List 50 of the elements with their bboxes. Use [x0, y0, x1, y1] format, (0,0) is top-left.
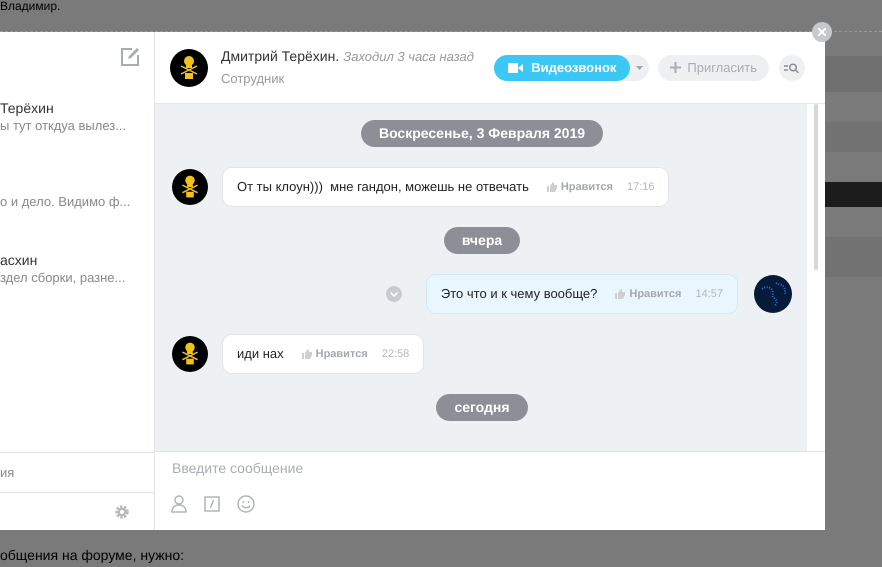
- avatar-icon: [170, 48, 208, 86]
- page-text: общения на форуме, нужно:: [0, 547, 184, 563]
- page-text: Владимир.: [0, 0, 60, 12]
- avatar-icon: [172, 169, 208, 205]
- search-button[interactable]: [779, 54, 805, 80]
- message-time: 14:57: [695, 286, 723, 302]
- caret-icon: [636, 66, 644, 70]
- plus-icon: [670, 62, 682, 73]
- date-label: Воскресенье, 3 Февраля 2019: [360, 120, 604, 147]
- message-text: Это что и к чему вообще?: [440, 285, 598, 304]
- scrollbar[interactable]: [814, 104, 818, 270]
- page-bar: [825, 182, 882, 207]
- smiley-icon[interactable]: [237, 495, 255, 513]
- like-button[interactable]: Нравится: [302, 346, 368, 362]
- chevron-down-icon: [390, 292, 398, 296]
- edit-icon[interactable]: [120, 47, 140, 67]
- avatar-icon: [754, 275, 792, 313]
- person-icon[interactable]: [171, 495, 187, 513]
- message-menu-button[interactable]: [386, 286, 402, 302]
- message-time: 22:58: [382, 346, 410, 362]
- close-icon: [818, 28, 826, 36]
- page-bar: [825, 237, 882, 277]
- close-button[interactable]: [812, 22, 832, 42]
- thumbs-up-icon: [546, 182, 557, 192]
- last-seen-text: Заходил 3 часа назад: [343, 48, 474, 66]
- message-time: 17:16: [626, 180, 654, 195]
- page-bar: [825, 56, 882, 92]
- chat-list-item[interactable]: асхин здел сборки, разне...: [0, 234, 154, 310]
- contact-name: Дмитрий Терёхин.: [221, 47, 340, 66]
- message-field[interactable]: Введите сообщение: [155, 452, 825, 482]
- like-button[interactable]: Нравится: [615, 286, 682, 302]
- message-text: От ты клоун))) мне гандон, можешь не отвечать: [237, 178, 529, 196]
- search-field[interactable]: ия: [0, 462, 14, 482]
- chat-list-item[interactable]: Терёхин ы тут откдуа вылез...: [0, 82, 154, 158]
- video-camera-icon: [508, 62, 524, 72]
- video-call-button[interactable]: Видеозвонок: [494, 54, 630, 80]
- thumbs-up-icon: [302, 349, 312, 359]
- slash-box-icon[interactable]: [204, 496, 220, 512]
- contact-role: Сотрудник: [221, 70, 286, 88]
- thumbs-up-icon: [615, 289, 626, 299]
- page-bar: [825, 122, 882, 152]
- date-label: вчера: [444, 227, 520, 254]
- avatar-icon: [172, 336, 208, 372]
- settings-icon[interactable]: [114, 504, 130, 520]
- like-button[interactable]: Нравится: [546, 178, 613, 196]
- message-text: иди нах: [237, 345, 284, 364]
- chat-list-item[interactable]: о и дело. Видимо ф...: [0, 158, 154, 234]
- date-label: сегодня: [436, 394, 528, 421]
- invite-button[interactable]: Пригласить: [658, 54, 769, 80]
- search-icon: [784, 62, 800, 72]
